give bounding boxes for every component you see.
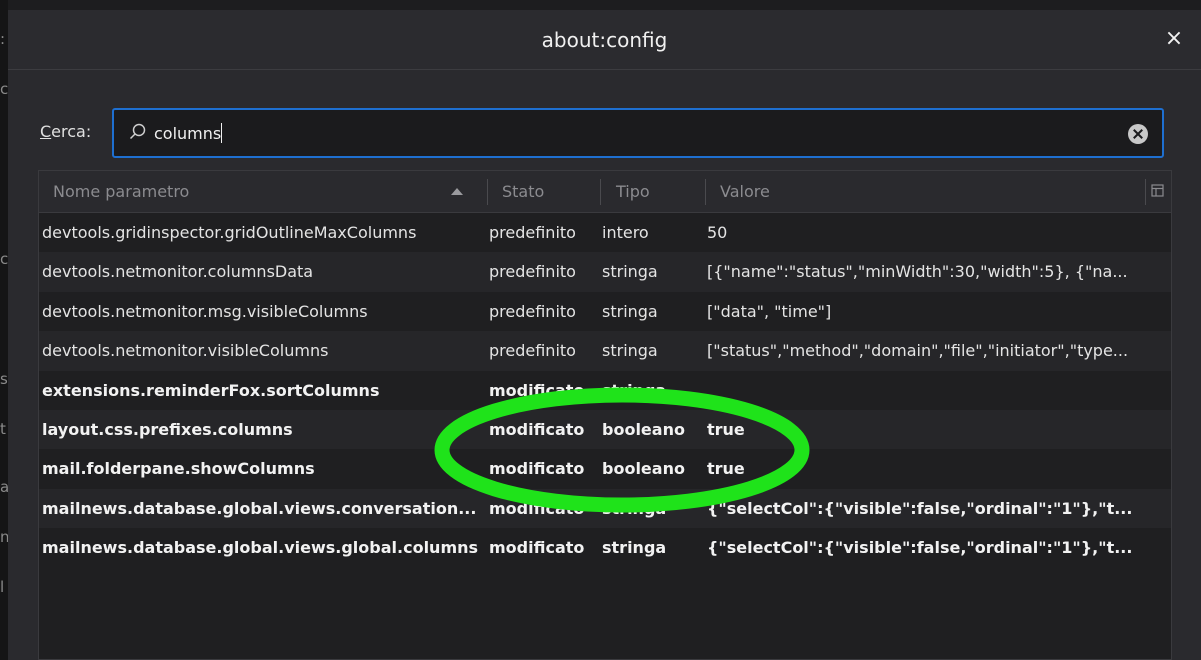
pref-type-cell: stringa	[602, 341, 658, 361]
pref-value-cell: ["data", "time"]	[707, 301, 832, 321]
column-header-stato[interactable]: Stato	[502, 171, 544, 213]
table-row[interactable]: devtools.netmonitor.columnsData predefini…	[39, 252, 1171, 292]
pref-status-cell: predefinito	[489, 301, 576, 321]
table-row[interactable]: devtools.netmonitor.visibleColumns predef…	[39, 331, 1171, 371]
pref-status-cell: modificato	[489, 459, 585, 479]
pref-value-cell: true	[707, 459, 745, 479]
pref-type-cell: intero	[602, 223, 649, 242]
pref-type-cell: stringa	[602, 301, 658, 321]
pref-name-cell: mailnews.database.global.views.conversat…	[42, 498, 477, 518]
table-body: devtools.gridinspector.gridOutlineMaxCol…	[39, 213, 1171, 568]
preferences-table: Nome parametro Stato Tipo Valore devtool…	[38, 170, 1172, 660]
pref-name-cell: mail.folderpane.showColumns	[42, 459, 315, 479]
column-separator[interactable]	[600, 179, 601, 205]
pref-value-cell: [{"name":"status","minWidth":30,"width":…	[707, 262, 1128, 282]
pref-name-cell: devtools.gridinspector.gridOutlineMaxCol…	[42, 223, 417, 242]
table-row[interactable]: mailnews.database.global.views.global.co…	[39, 528, 1171, 567]
background-glyph: s	[0, 370, 8, 388]
pref-status-cell: predefinito	[489, 262, 576, 282]
pref-value-cell: true	[707, 419, 745, 439]
dialog-title: about:config	[541, 28, 668, 52]
search-label-text: erca:	[51, 122, 92, 141]
pref-type-cell: stringa	[602, 380, 667, 400]
column-picker-icon[interactable]	[1151, 183, 1165, 199]
close-button[interactable]: ×	[1161, 26, 1187, 52]
table-header: Nome parametro Stato Tipo Valore	[39, 171, 1171, 213]
pref-status-cell: predefinito	[489, 223, 576, 242]
pref-name-cell: mailnews.database.global.views.global.co…	[42, 538, 479, 558]
pref-value-cell: 50	[707, 223, 728, 242]
pref-name-cell: devtools.netmonitor.visibleColumns	[42, 341, 329, 361]
table-row[interactable]: mail.folderpane.showColumns modificato boo…	[39, 449, 1171, 488]
search-icon	[129, 123, 146, 140]
clear-search-button[interactable]	[1128, 124, 1148, 144]
table-row[interactable]: extensions.reminderFox.sortColumns modifi…	[39, 371, 1171, 410]
table-row[interactable]: devtools.netmonitor.msg.visibleColumns pr…	[39, 292, 1171, 331]
pref-value-cell	[707, 371, 1147, 410]
search-label: Cerca:	[40, 122, 91, 141]
column-separator[interactable]	[705, 179, 706, 205]
pref-name-cell: extensions.reminderFox.sortColumns	[42, 380, 380, 400]
search-input-value: columns	[154, 124, 222, 143]
background-glyph: c	[0, 80, 9, 98]
background-glyph: t	[0, 420, 6, 438]
about-config-dialog: about:config × Cerca: columns Nome param…	[8, 10, 1201, 660]
pref-name-cell: devtools.netmonitor.columnsData	[42, 262, 314, 282]
pref-name-cell: layout.css.prefixes.columns	[42, 419, 293, 439]
pref-status-cell: predefinito	[489, 341, 576, 361]
background-window-edge	[0, 0, 8, 660]
pref-type-cell: stringa	[602, 498, 667, 518]
column-separator[interactable]	[487, 179, 488, 205]
background-glyph: :	[0, 30, 6, 48]
text-caret	[221, 123, 223, 143]
pref-type-cell: booleano	[602, 459, 685, 479]
search-input[interactable]: columns	[154, 123, 223, 143]
search-field[interactable]: columns	[112, 108, 1164, 158]
column-separator[interactable]	[1145, 179, 1146, 205]
background-glyph: c	[0, 250, 9, 268]
pref-status-cell: modificato	[489, 498, 585, 518]
column-header-tipo[interactable]: Tipo	[616, 171, 650, 213]
pref-type-cell: stringa	[602, 538, 667, 558]
pref-status-cell: modificato	[489, 538, 585, 558]
pref-value-cell: {"selectCol":{"visible":false,"ordinal":…	[707, 538, 1133, 558]
sort-ascending-icon	[451, 188, 463, 195]
dialog-titlebar: about:config ×	[8, 10, 1201, 70]
table-row[interactable]: mailnews.database.global.views.conversat…	[39, 488, 1171, 529]
pref-value-cell: {"selectCol":{"visible":false,"ordinal":…	[707, 498, 1133, 518]
pref-value-cell: ["status","method","domain","file","init…	[707, 341, 1129, 361]
pref-status-cell: modificato	[489, 380, 585, 400]
column-header-name[interactable]: Nome parametro	[53, 171, 189, 213]
table-row[interactable]: devtools.gridinspector.gridOutlineMaxCol…	[39, 213, 1171, 252]
background-glyph: l	[0, 578, 5, 596]
table-row[interactable]: layout.css.prefixes.columns modificato boo…	[39, 409, 1171, 450]
search-label-mnemonic: C	[40, 122, 52, 141]
pref-type-cell: booleano	[602, 419, 685, 439]
column-header-valore[interactable]: Valore	[720, 171, 770, 213]
pref-type-cell: stringa	[602, 262, 658, 282]
pref-status-cell: modificato	[489, 419, 585, 439]
pref-name-cell: devtools.netmonitor.msg.visibleColumns	[42, 301, 368, 321]
search-row: Cerca: columns	[8, 108, 1201, 160]
